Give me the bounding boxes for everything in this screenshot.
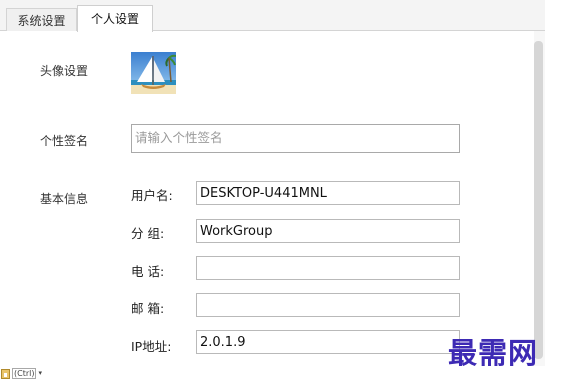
ip-address-input[interactable] [196,330,460,354]
watermark: 最需网 [448,336,539,370]
group-input[interactable] [196,219,460,243]
email-label: 邮 箱: [131,301,165,316]
group-label: 分 组: [131,226,165,241]
username-label: 用户名: [131,188,173,203]
avatar[interactable] [131,52,176,94]
signature-input[interactable] [131,124,460,153]
username-input[interactable] [196,181,460,205]
clipboard-icon [1,368,10,379]
paste-options-button[interactable]: (Ctrl) ▾ [1,368,42,379]
ip-address-label: IP地址: [131,339,172,354]
signature-label: 个性签名 [40,134,89,148]
avatar-settings-label: 头像设置 [40,64,89,78]
email-input[interactable] [196,293,460,317]
phone-label: 电 话: [131,264,165,279]
phone-input[interactable] [196,256,460,280]
basic-info-label: 基本信息 [40,192,89,206]
vertical-scrollbar-thumb[interactable] [534,41,543,359]
paste-options-label: (Ctrl) [12,368,37,379]
sailboat-beach-avatar-icon [131,52,176,94]
personal-settings-panel: 头像设置 个性签名 基本信息 用户名: 分 组: [0,31,545,366]
chevron-down-icon: ▾ [38,369,42,377]
tab-system-settings[interactable]: 系统设置 [6,8,77,32]
tab-personal-settings[interactable]: 个人设置 [77,5,153,32]
